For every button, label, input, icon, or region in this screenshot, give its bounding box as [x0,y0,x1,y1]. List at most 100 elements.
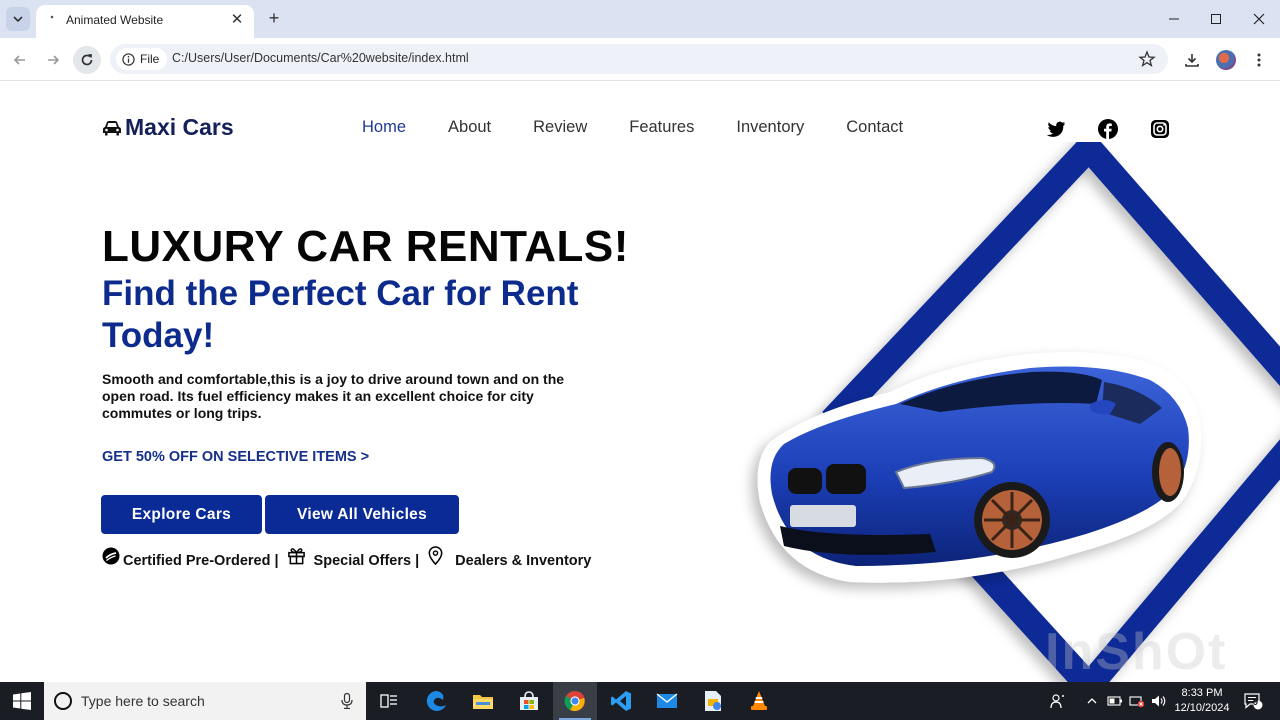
tab-title: Animated Website [66,13,164,27]
site-info-chip[interactable]: File [116,48,168,70]
watermark: InShOt [1045,623,1228,681]
facebook-icon [1098,119,1118,139]
vscode-icon [611,691,631,711]
facebook-link[interactable] [1097,118,1119,140]
speaker-icon [1152,695,1166,707]
downloads-button[interactable] [1179,47,1205,73]
volume-control[interactable] [1148,682,1170,720]
hero-subheadline: Find the Perfect Car for Rent Today! [102,274,579,355]
close-tab-icon[interactable]: ✕ [228,11,246,29]
close-window-button[interactable] [1239,6,1279,32]
edge-app-button[interactable] [415,682,459,720]
clock-date: 12/10/2024 [1174,702,1230,714]
web-page: Maxi Cars Home About Review Features Inv… [0,82,1280,682]
file-explorer-icon [473,695,493,709]
reload-button[interactable] [73,46,101,74]
chrome-app-button[interactable] [553,682,597,720]
hero-headline: LUXURY CAR RENTALS! [102,222,629,271]
nav-link-inventory[interactable]: Inventory [736,118,804,137]
close-icon [1253,13,1265,25]
mail-app-button[interactable] [645,682,689,720]
nav-link-features[interactable]: Features [629,118,694,137]
twitter-icon [1046,121,1066,137]
feature-special-offers: Special Offers | [313,553,420,569]
app-icon [705,691,721,711]
info-icon [122,52,135,66]
notification-count: 9 [1253,697,1259,707]
bookmark-star-icon[interactable] [1138,50,1156,68]
show-hidden-icons-button[interactable] [1082,682,1102,720]
windows-logo-icon [13,692,31,710]
avatar [1216,50,1236,70]
vlc-icon [751,691,767,710]
browser-menu-button[interactable] [1246,47,1272,73]
nav-link-home[interactable]: Home [362,118,406,137]
clock-time: 8:33 PM [1181,687,1223,699]
browser-tab-bar: Animated Website ✕ + [0,0,1280,38]
feature-certified: Certified Pre-Ordered | [123,553,279,569]
forward-button[interactable] [39,46,67,74]
twitter-link[interactable] [1045,118,1067,140]
instagram-link[interactable] [1149,118,1171,140]
hero-car-image [757,142,1280,682]
taskbar-search-box[interactable]: Type here to search [44,682,366,720]
reload-icon [81,54,93,66]
explore-cars-button[interactable]: Explore Cars [101,495,262,534]
network-status[interactable] [1126,682,1148,720]
logo-text: Maxi Cars [125,114,234,140]
edge-icon [426,690,446,711]
profile-button[interactable] [1213,47,1239,73]
new-tab-button[interactable]: + [264,8,284,28]
main-nav: Home About Review Features Inventory Con… [362,118,945,137]
chevron-down-icon [13,16,23,23]
promo-link[interactable]: GET 50% OFF ON SELECTIVE ITEMS > [102,449,369,465]
battery-status[interactable] [1104,682,1126,720]
location-pin-icon [427,546,444,565]
people-button[interactable] [1046,682,1070,720]
start-button[interactable] [0,682,44,720]
network-disconnected-icon [1129,696,1145,708]
browser-toolbar: File C:/Users/User/Documents/Car%20websi… [0,38,1280,81]
minimize-icon [1169,18,1179,20]
more-vertical-icon [1257,53,1261,67]
loading-spinner-icon [50,15,54,19]
hero-description: Smooth and comfortable,this is a joy to … [102,371,565,421]
people-icon [1050,694,1064,709]
arrow-left-icon [13,55,25,65]
car-icon [103,120,121,135]
task-view-button[interactable] [367,682,411,720]
file-explorer-app-button[interactable] [461,682,505,720]
store-icon [520,691,538,710]
nav-link-contact[interactable]: Contact [846,118,903,137]
store-app-button[interactable] [507,682,551,720]
browser-tab[interactable]: Animated Website ✕ [36,5,254,38]
nav-link-review[interactable]: Review [533,118,587,137]
mail-icon [656,693,678,708]
feature-dealers-inventory: Dealers & Inventory [455,553,592,569]
tab-search-button[interactable] [6,7,30,31]
badge-check-icon [102,547,120,565]
gift-icon [287,546,306,565]
battery-icon [1107,696,1122,706]
back-button[interactable] [6,46,34,74]
action-center-button[interactable]: 9 [1236,682,1270,720]
windows-taskbar: Type here to search 8:33 PM 12/10/2024 9 [0,682,1280,720]
site-chip-label: File [140,52,160,66]
system-clock[interactable]: 8:33 PM 12/10/2024 [1172,686,1232,716]
address-bar[interactable]: File C:/Users/User/Documents/Car%20websi… [110,44,1168,74]
minimize-button[interactable] [1154,6,1194,32]
site-logo[interactable]: Maxi Cars [102,114,234,141]
search-placeholder: Type here to search [81,693,205,709]
view-all-vehicles-button[interactable]: View All Vehicles [265,495,459,534]
chevron-up-icon [1087,698,1097,704]
vlc-app-button[interactable] [737,682,781,720]
nav-link-about[interactable]: About [448,118,491,137]
microphone-icon[interactable] [341,693,353,709]
maximize-button[interactable] [1196,6,1236,32]
vscode-app-button[interactable] [599,682,643,720]
pinned-app-button[interactable] [691,682,735,720]
download-icon [1185,54,1199,67]
url-text: C:/Users/User/Documents/Car%20website/in… [172,51,469,65]
search-icon [54,692,72,710]
feature-list: Certified Pre-Ordered | Special Offers |… [102,546,592,569]
